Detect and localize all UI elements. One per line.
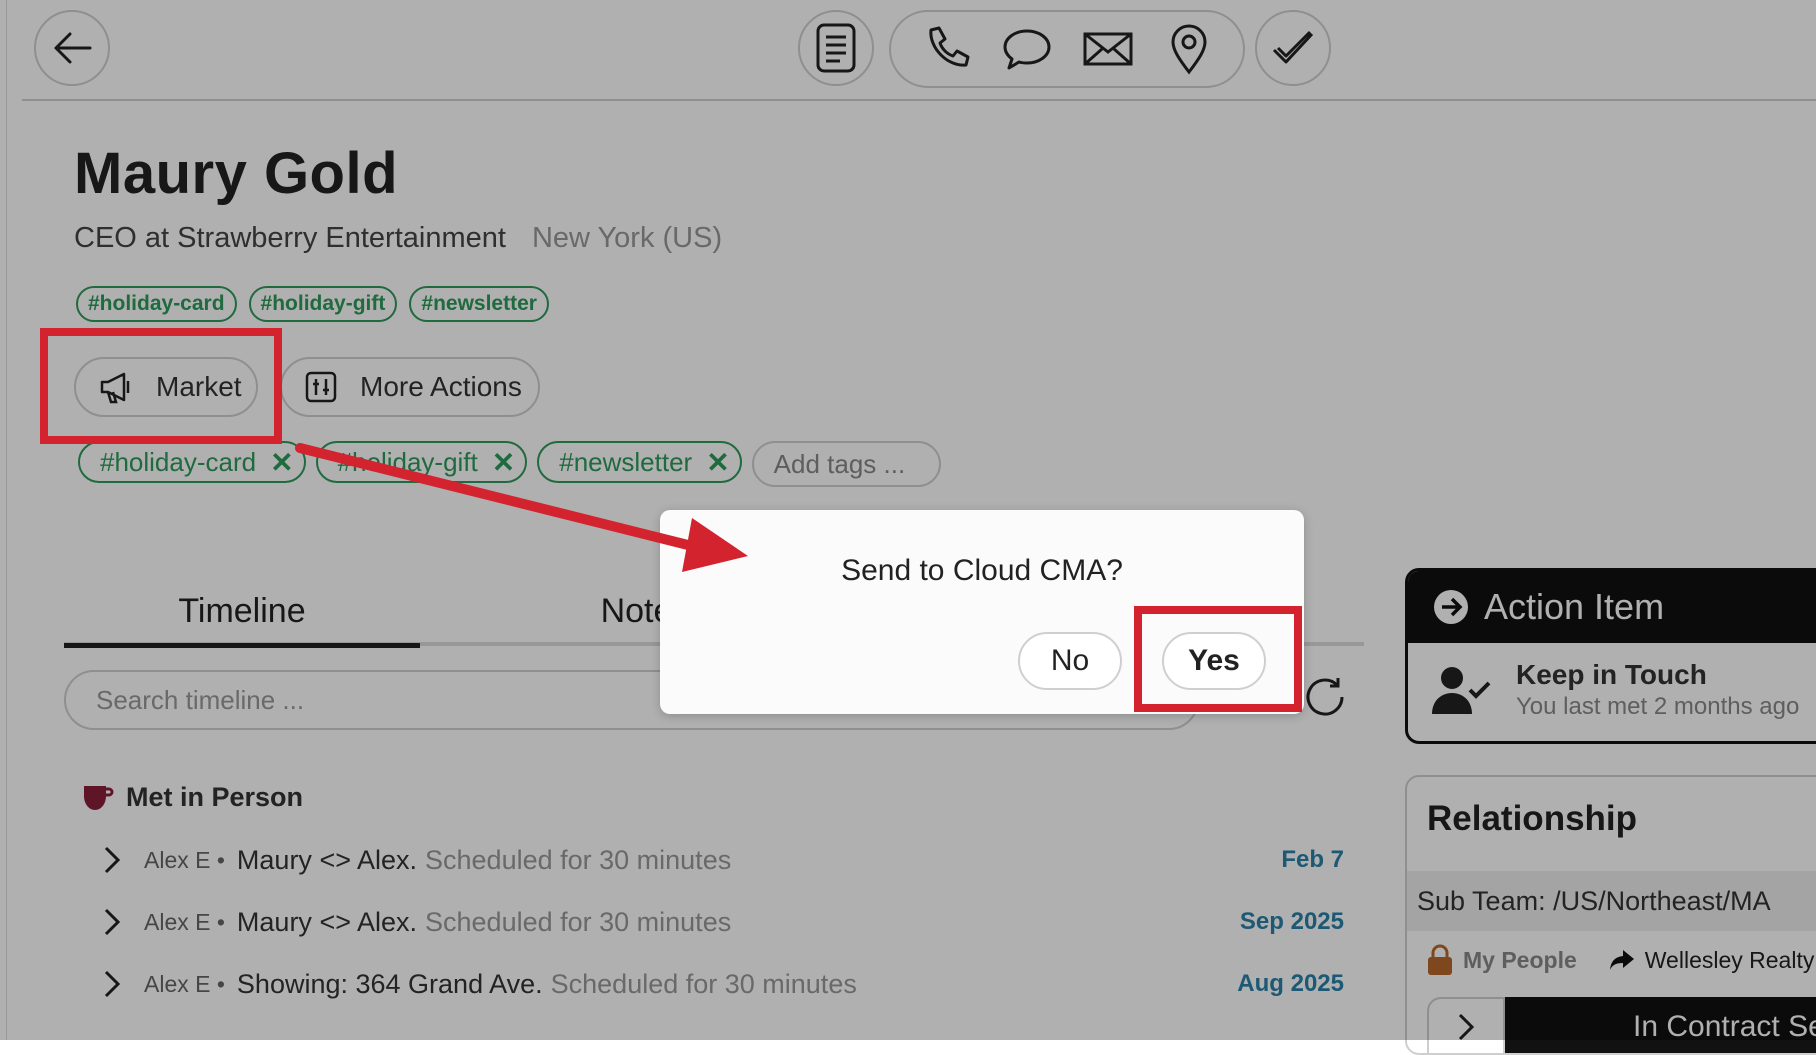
contact-page: Maury Gold CEO at Strawberry Entertainme… (0, 0, 1816, 1055)
annotation-arrow (295, 443, 748, 572)
